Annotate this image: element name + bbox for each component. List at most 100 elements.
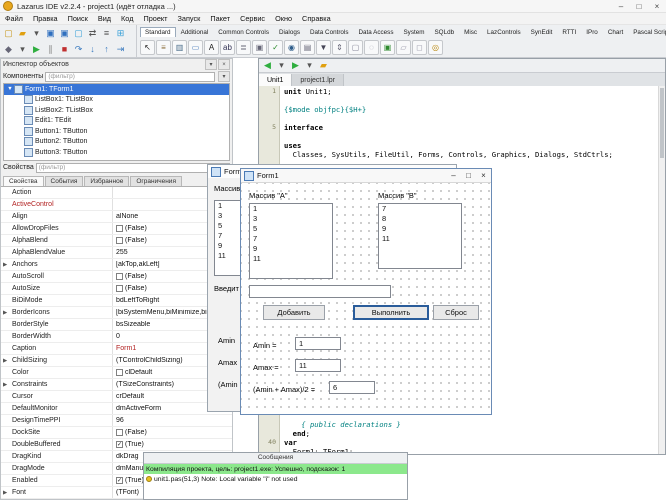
palette-tab-rtti[interactable]: RTTI [557,27,581,37]
toggle-form-unit-icon[interactable]: ⇄ [86,27,99,40]
reset-button[interactable]: Сброс [433,305,479,320]
menu-item-запуск[interactable]: Запуск [173,14,206,23]
stop-icon[interactable]: ■ [58,43,71,56]
menu-item-окно[interactable]: Окно [270,14,297,23]
minimize-button[interactable]: – [612,0,630,12]
property-row[interactable]: BorderStylebsSizeable [1,319,232,331]
palette-tab-common-controls[interactable]: Common Controls [213,27,274,37]
tradiobutton-icon[interactable]: ◉ [284,40,299,55]
tbutton-icon[interactable]: ▭ [188,40,203,55]
run-to-cursor-icon[interactable]: ⇥ [114,43,127,56]
checkbox-icon[interactable] [116,429,123,436]
menu-item-код[interactable]: Код [116,14,138,23]
palette-tab-synedit[interactable]: SynEdit [526,27,558,37]
palette-tab-pascal-script[interactable]: Pascal Script [628,27,666,37]
expand-icon[interactable]: ▶ [3,262,7,268]
property-row[interactable]: ActiveControl [1,199,232,211]
form-designer-surface[interactable]: Массив "A" Массив "B" 1357911 78911 Доба… [241,183,491,414]
palette-tab-sqldb[interactable]: SQLdb [429,27,459,37]
menu-item-пакет[interactable]: Пакет [205,14,235,23]
tmemo-icon[interactable]: ≣ [236,40,251,55]
tcheckgroup-icon[interactable]: ▣ [380,40,395,55]
tree-item[interactable]: Button1: TButton [4,126,229,137]
palette-tab-additional[interactable]: Additional [176,27,214,37]
tree-item[interactable]: ListBox2: TListBox [4,105,229,116]
property-value[interactable]: ✓(True) [113,441,232,448]
property-row[interactable]: AlphaBlend(False) [1,235,232,247]
expand-icon[interactable]: ▶ [3,490,7,496]
checkbox-icon[interactable]: ✓ [116,477,123,484]
save-icon[interactable]: ▣ [44,27,57,40]
form-minimize-button[interactable]: – [446,169,461,182]
tcheckbox-icon[interactable]: ✓ [268,40,283,55]
properties-filter-input[interactable]: (фильтр) [36,163,230,173]
menu-item-сервис[interactable]: Сервис [235,14,270,23]
message-line[interactable]: Компиляция проекта, цель: project1.exe: … [144,464,407,474]
tframe-icon[interactable]: ◻ [412,40,427,55]
run-icon[interactable]: ▶ [30,43,43,56]
open-icon[interactable]: ▰ [16,27,29,40]
property-value[interactable]: 96 [113,417,232,424]
jump-back-icon[interactable]: ◀ [261,59,274,72]
scrollbar-thumb[interactable] [660,88,664,158]
property-row[interactable]: ▶Constraints(TSizeConstraints) [1,379,232,391]
step-out-icon[interactable]: ↑ [100,43,113,56]
checkbox-icon[interactable] [116,273,123,280]
close-button[interactable]: × [648,0,666,12]
array-a-listbox[interactable]: 1357911 [249,203,333,279]
new-unit-icon[interactable]: ▢ [2,27,15,40]
tlistbox-icon[interactable]: ▤ [300,40,315,55]
property-row[interactable]: DoubleBuffered✓(True) [1,439,232,451]
amax-input[interactable]: 11 [295,359,341,372]
view-units-icon[interactable]: ≡ [100,27,113,40]
palette-tab-misc[interactable]: Misc [459,27,482,37]
step-over-icon[interactable]: ↷ [72,43,85,56]
tedit-icon[interactable]: ab [220,40,235,55]
tactionlist-icon[interactable]: ◎ [428,40,443,55]
palette-tab-standard[interactable]: Standard [140,27,176,37]
ttogglebox-icon[interactable]: ▣ [252,40,267,55]
editor-tab-project1-lpr[interactable]: project1.lpr [292,74,344,86]
average-input[interactable]: 6 [329,381,375,394]
tree-item[interactable]: ListBox1: TListBox [4,95,229,106]
property-row[interactable]: CursorcrDefault [1,391,232,403]
menu-item-вид[interactable]: Вид [93,14,116,23]
property-row[interactable]: AutoSize(False) [1,283,232,295]
open-dropdown-icon[interactable]: ▾ [30,27,43,40]
property-row[interactable]: CaptionForm1 [1,343,232,355]
property-row[interactable]: ▶Anchors[akTop,akLeft] [1,259,232,271]
inspector-tab-события[interactable]: События [45,176,84,186]
tree-item[interactable]: Button3: TButton [4,147,229,158]
form-maximize-button[interactable]: □ [461,169,476,182]
editor-scrollbar[interactable] [658,86,665,454]
save-all-icon[interactable]: ▣ [58,27,71,40]
palette-tab-data-controls[interactable]: Data Controls [305,27,354,37]
array-b-listbox[interactable]: 78911 [378,203,462,269]
tscrollbar-icon[interactable]: ⇕ [332,40,347,55]
palette-tab-ipro[interactable]: IPro [581,27,603,37]
checkbox-icon[interactable] [116,237,123,244]
expand-icon[interactable]: ▶ [3,310,7,316]
editor-tab-unit1[interactable]: Unit1 [259,74,292,86]
tree-item[interactable]: ▼Form1: TForm1 [4,84,229,95]
property-value[interactable]: (False) [113,429,232,436]
tpopupmenu-icon[interactable]: ▥ [172,40,187,55]
components-filter-input[interactable]: (фильтр) [45,72,215,82]
palette-tab-data-access[interactable]: Data Access [353,27,398,37]
build-mode-dropdown-icon[interactable]: ▾ [16,43,29,56]
property-row[interactable]: ▶BorderIcons[biSystemMenu,biMinimize,biM… [1,307,232,319]
property-row[interactable]: BorderWidth0 [1,331,232,343]
jump-forward-dropdown-icon[interactable]: ▾ [303,59,316,72]
property-row[interactable]: AlphaBlendValue255 [1,247,232,259]
checkbox-icon[interactable] [116,225,123,232]
checkbox-icon[interactable]: ✓ [116,441,123,448]
palette-tab-lazcontrols[interactable]: LazControls [482,27,526,37]
property-row[interactable]: ColorclDefault [1,367,232,379]
palette-tab-dialogs[interactable]: Dialogs [274,27,305,37]
menu-item-справка[interactable]: Справка [297,14,336,23]
amin-input[interactable]: 1 [295,337,341,350]
menu-item-файл[interactable]: Файл [0,14,28,23]
tmainmenu-icon[interactable]: ≡ [156,40,171,55]
expand-icon[interactable]: ▶ [3,358,7,364]
property-row[interactable]: BiDiModebdLeftToRight [1,295,232,307]
